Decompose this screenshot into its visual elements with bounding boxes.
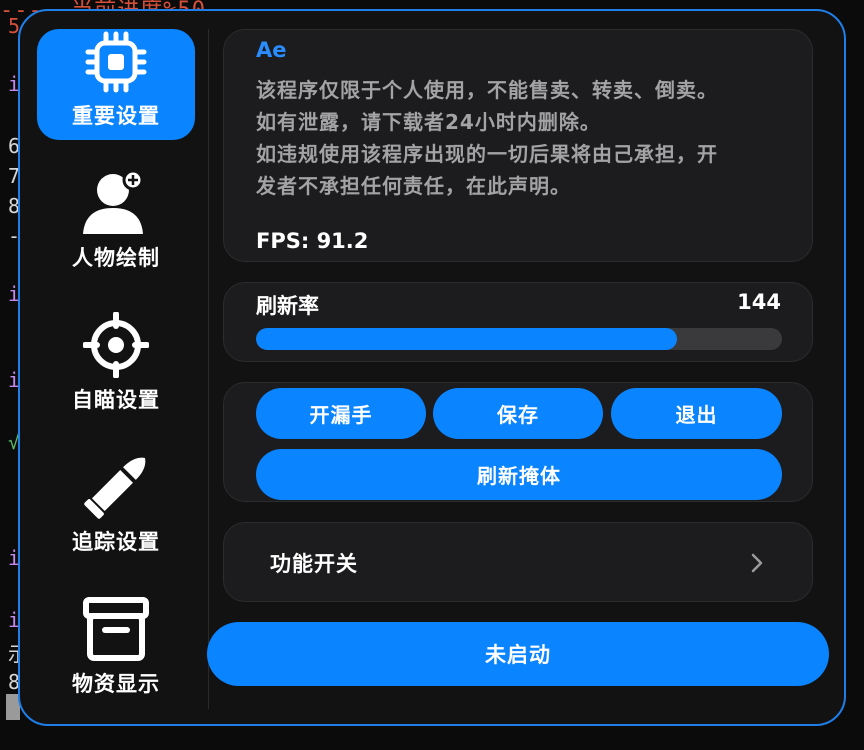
exit-button[interactable]: 退出: [611, 388, 782, 439]
sidebar-item-label: 人物绘制: [72, 246, 160, 270]
sidebar-item-supply-display[interactable]: 物资显示: [37, 597, 195, 708]
sidebar-item-player-draw[interactable]: 人物绘制: [37, 170, 195, 282]
refresh-rate-label: 刷新率: [256, 294, 319, 318]
start-button[interactable]: 未启动: [207, 622, 829, 686]
sidebar-item-aim-settings[interactable]: 自瞄设置: [37, 312, 195, 424]
sidebar: 重要设置 人物绘制 自瞄设置 追踪设置 物资显示: [34, 25, 214, 715]
sidebar-item-label: 物资显示: [72, 672, 160, 696]
sidebar-item-label: 自瞄设置: [72, 388, 160, 412]
menu-panel: 重要设置 人物绘制 自瞄设置 追踪设置 物资显示 Ae 该程序仅限于个人使用，不…: [18, 9, 846, 726]
sidebar-item-label: 追踪设置: [72, 530, 160, 554]
user-add-icon: [81, 170, 151, 236]
crosshair-icon: [81, 312, 151, 378]
chip-icon: [81, 29, 151, 94]
actions-card: 开漏手 保存 退出 刷新掩体: [223, 382, 813, 502]
app-title: Ae: [256, 38, 287, 62]
chevron-right-icon: [751, 553, 763, 573]
refresh-rate-slider[interactable]: [256, 328, 782, 350]
save-button[interactable]: 保存: [433, 388, 603, 439]
info-card: Ae 该程序仅限于个人使用，不能售卖、转卖、倒卖。 如有泄露，请下载者24小时内…: [223, 29, 813, 262]
refresh-rate-card: 刷新率 144: [223, 282, 813, 362]
refresh-cover-button[interactable]: 刷新掩体: [256, 449, 782, 500]
fps-readout: FPS: 91.2: [256, 229, 369, 253]
sidebar-item-label: 重要设置: [72, 104, 160, 128]
refresh-rate-slider-fill: [256, 328, 677, 350]
sidebar-divider: [208, 29, 209, 709]
box-icon: [81, 596, 151, 662]
sidebar-item-track-settings[interactable]: 追踪设置: [37, 455, 195, 566]
refresh-rate-value: 144: [737, 290, 781, 314]
function-switch-label: 功能开关: [270, 552, 358, 576]
sidebar-item-important-settings[interactable]: 重要设置: [37, 29, 195, 140]
disclaimer-text: 该程序仅限于个人使用，不能售卖、转卖、倒卖。 如有泄露，请下载者24小时内删除。…: [256, 78, 718, 198]
function-switch-row[interactable]: 功能开关: [223, 522, 813, 602]
open-leak-button[interactable]: 开漏手: [256, 388, 426, 439]
bullet-icon: [81, 454, 151, 520]
